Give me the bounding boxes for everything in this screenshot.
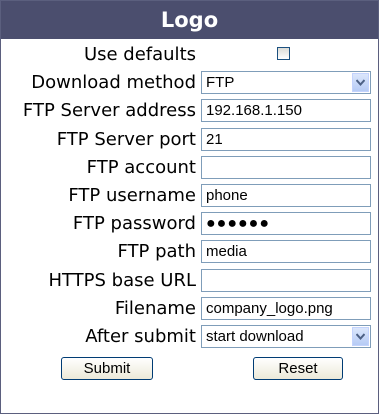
filename-input[interactable]: company_logo.png bbox=[201, 296, 371, 320]
logo-form: Use defaults Download method FTP FTP Ser… bbox=[1, 41, 378, 351]
https-base-url-input[interactable] bbox=[201, 268, 371, 292]
chevron-down-icon[interactable] bbox=[352, 326, 369, 346]
ftp-account-input[interactable] bbox=[201, 155, 371, 179]
filename-label: Filename bbox=[114, 297, 196, 319]
ftp-path-input[interactable]: media bbox=[201, 240, 371, 264]
ftp-server-address-input[interactable]: 192.168.1.150 bbox=[201, 99, 371, 123]
after-submit-select[interactable]: start download bbox=[201, 324, 371, 348]
use-defaults-checkbox[interactable] bbox=[277, 47, 290, 60]
download-method-value: FTP bbox=[206, 74, 235, 92]
row-download-method: Download method FTP bbox=[1, 69, 378, 97]
row-filename: Filename company_logo.png bbox=[1, 295, 378, 323]
logo-settings-panel: Logo Use defaults Download method FTP FT… bbox=[0, 0, 379, 414]
ftp-password-input[interactable]: ●●●●●● bbox=[201, 212, 371, 236]
download-method-label: Download method bbox=[31, 72, 196, 94]
ftp-username-label: FTP username bbox=[68, 184, 196, 206]
chevron-down-icon[interactable] bbox=[352, 73, 369, 93]
row-https-base-url: HTTPS base URL bbox=[1, 267, 378, 295]
row-ftp-server-port: FTP Server port 21 bbox=[1, 126, 378, 154]
panel-title: Logo bbox=[1, 1, 378, 39]
ftp-server-port-label: FTP Server port bbox=[56, 128, 196, 150]
row-after-submit: After submit start download bbox=[1, 323, 378, 351]
submit-button[interactable]: Submit bbox=[61, 357, 153, 380]
ftp-path-label: FTP path bbox=[117, 241, 196, 263]
ftp-password-label: FTP password bbox=[72, 213, 196, 235]
after-submit-value: start download bbox=[206, 327, 304, 345]
ftp-server-address-label: FTP Server address bbox=[22, 100, 196, 122]
reset-button[interactable]: Reset bbox=[253, 357, 343, 380]
row-ftp-path: FTP path media bbox=[1, 238, 378, 266]
row-ftp-username: FTP username phone bbox=[1, 182, 378, 210]
form-buttons: Submit Reset bbox=[1, 357, 378, 385]
row-ftp-password: FTP password ●●●●●● bbox=[1, 210, 378, 238]
use-defaults-label: Use defaults bbox=[83, 44, 196, 65]
ftp-account-label: FTP account bbox=[86, 156, 196, 178]
ftp-username-input[interactable]: phone bbox=[201, 183, 371, 207]
after-submit-label: After submit bbox=[85, 325, 196, 347]
row-use-defaults: Use defaults bbox=[1, 41, 378, 69]
https-base-url-label: HTTPS base URL bbox=[48, 269, 196, 291]
ftp-server-port-input[interactable]: 21 bbox=[201, 127, 371, 151]
row-ftp-account: FTP account bbox=[1, 154, 378, 182]
download-method-select[interactable]: FTP bbox=[201, 71, 371, 95]
row-ftp-server-address: FTP Server address 192.168.1.150 bbox=[1, 97, 378, 125]
